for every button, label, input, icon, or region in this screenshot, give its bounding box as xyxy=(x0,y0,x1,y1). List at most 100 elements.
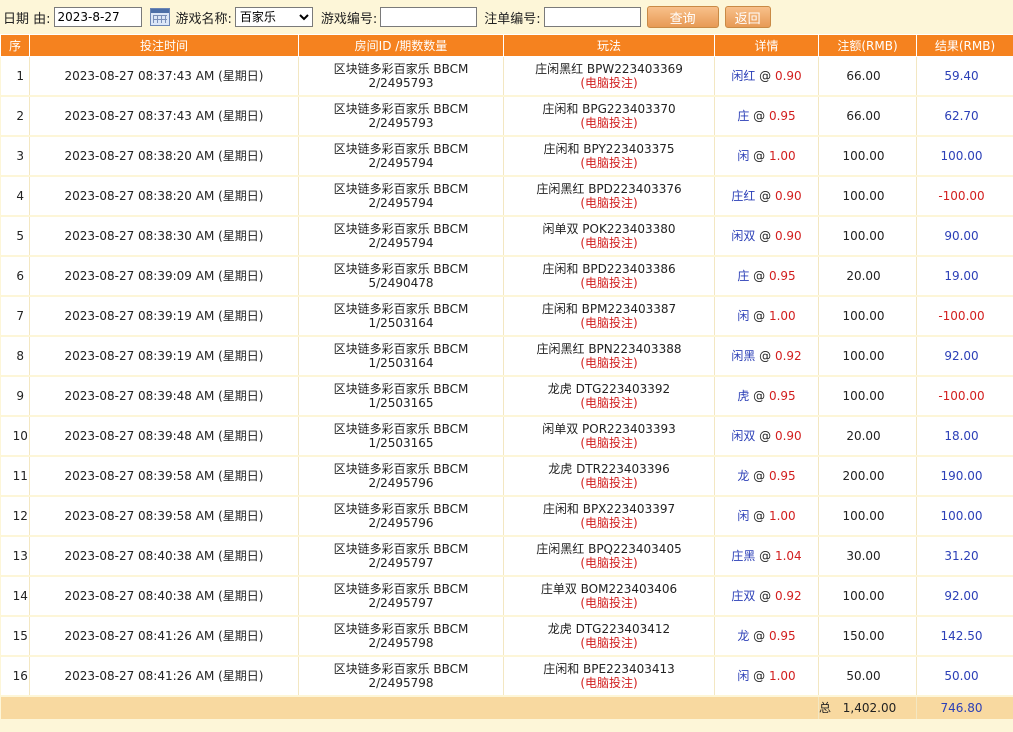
row-seq: 7 xyxy=(0,296,30,337)
row-room: 区块链多彩百家乐 BBCM 2/2495794 xyxy=(298,136,504,177)
game-name-label: 游戏名称: xyxy=(175,11,232,27)
row-bet: 200.00 xyxy=(818,456,917,497)
row-time: 2023-08-27 08:41:26 AM (星期日) xyxy=(29,616,299,657)
row-period: 2/2495796 xyxy=(368,516,434,530)
table-row: 9 2023-08-27 08:39:48 AM (星期日) 区块链多彩百家乐 BB… xyxy=(0,376,1013,417)
calendar-icon[interactable] xyxy=(149,8,170,26)
back-button[interactable]: 返回 xyxy=(724,6,771,28)
header-play: 玩法 xyxy=(503,34,715,57)
row-seq: 13 xyxy=(0,536,30,577)
row-electronic-tag: (电脑投注) xyxy=(580,156,638,170)
row-detail-odds: 0.95 xyxy=(768,389,796,403)
row-detail: 闲 @ 1.00 xyxy=(714,656,819,697)
table-row: 16 2023-08-27 08:41:26 AM (星期日) 区块链多彩百家乐 B… xyxy=(0,656,1013,697)
row-time: 2023-08-27 08:39:58 AM (星期日) xyxy=(29,496,299,537)
total-row: 总 1,402.00 746.80 xyxy=(0,696,1013,719)
row-period: 1/2503164 xyxy=(368,316,434,330)
row-period: 5/2490478 xyxy=(368,276,434,290)
row-bet: 20.00 xyxy=(818,256,917,297)
row-room: 区块链多彩百家乐 BBCM 1/2503165 xyxy=(298,376,504,417)
row-play-name: 庄闲和 BPD223403386 xyxy=(542,262,676,276)
row-play: 庄闲黑红 BPW223403369 (电脑投注) xyxy=(503,56,715,97)
row-detail-odds: 1.00 xyxy=(768,669,796,683)
header-result: 结果(RMB) xyxy=(916,34,1013,57)
row-play: 龙虎 DTG223403392 (电脑投注) xyxy=(503,376,715,417)
row-play-name: 庄闲和 BPG223403370 xyxy=(542,102,676,116)
row-seq: 15 xyxy=(0,616,30,657)
row-room-name: 区块链多彩百家乐 BBCM xyxy=(333,142,469,156)
row-period: 2/2495796 xyxy=(368,476,434,490)
row-bet: 20.00 xyxy=(818,416,917,457)
row-room-name: 区块链多彩百家乐 BBCM xyxy=(333,342,469,356)
row-time: 2023-08-27 08:37:43 AM (星期日) xyxy=(29,56,299,97)
row-seq: 11 xyxy=(0,456,30,497)
row-room: 区块链多彩百家乐 BBCM 2/2495797 xyxy=(298,576,504,617)
row-detail-name: 庄红 xyxy=(731,189,756,203)
row-seq: 5 xyxy=(0,216,30,257)
row-detail-name: 庄双 xyxy=(731,589,756,603)
row-detail: 庄 @ 0.95 xyxy=(714,96,819,137)
row-room: 区块链多彩百家乐 BBCM 2/2495794 xyxy=(298,216,504,257)
row-detail-name: 龙 xyxy=(737,469,750,483)
row-detail-odds: 1.00 xyxy=(768,509,796,523)
row-time: 2023-08-27 08:39:09 AM (星期日) xyxy=(29,256,299,297)
date-input[interactable] xyxy=(53,7,142,27)
row-play: 龙虎 DTG223403412 (电脑投注) xyxy=(503,616,715,657)
row-bet: 100.00 xyxy=(818,176,917,217)
row-play-name: 龙虎 DTR223403396 xyxy=(548,462,670,476)
row-room: 区块链多彩百家乐 BBCM 2/2495797 xyxy=(298,536,504,577)
row-play: 庄闲和 BPY223403375 (电脑投注) xyxy=(503,136,715,177)
row-play: 庄闲和 BPE223403413 (电脑投注) xyxy=(503,656,715,697)
table-row: 5 2023-08-27 08:38:30 AM (星期日) 区块链多彩百家乐 BB… xyxy=(0,216,1013,257)
row-play: 庄闲黑红 BPQ223403405 (电脑投注) xyxy=(503,536,715,577)
row-bet: 150.00 xyxy=(818,616,917,657)
row-period: 2/2495794 xyxy=(368,156,434,170)
row-detail-name: 闲 xyxy=(737,509,750,523)
row-detail-name: 庄 xyxy=(737,269,750,283)
row-room: 区块链多彩百家乐 BBCM 2/2495793 xyxy=(298,56,504,97)
row-detail-name: 闲双 xyxy=(731,229,756,243)
row-electronic-tag: (电脑投注) xyxy=(580,396,638,410)
row-seq: 4 xyxy=(0,176,30,217)
filter-bar: 日期 由: 游戏名称: 百家乐 游戏编号: 注单编号: 查询 返回 xyxy=(0,0,1013,34)
table-row: 10 2023-08-27 08:39:48 AM (星期日) 区块链多彩百家乐 B… xyxy=(0,416,1013,457)
row-detail-name: 闲 xyxy=(737,149,750,163)
row-detail-name: 闲红 xyxy=(731,69,756,83)
row-electronic-tag: (电脑投注) xyxy=(580,116,638,130)
total-result: 746.80 xyxy=(916,696,1013,719)
row-time: 2023-08-27 08:39:19 AM (星期日) xyxy=(29,296,299,337)
game-no-input[interactable] xyxy=(380,7,478,27)
row-detail-odds: 0.90 xyxy=(774,229,802,243)
row-detail: 庄 @ 0.95 xyxy=(714,256,819,297)
table-row: 13 2023-08-27 08:40:38 AM (星期日) 区块链多彩百家乐 B… xyxy=(0,536,1013,577)
total-label: 总 xyxy=(819,701,832,715)
row-detail: 虎 @ 0.95 xyxy=(714,376,819,417)
row-result: 100.00 xyxy=(916,496,1013,537)
search-button[interactable]: 查询 xyxy=(646,6,719,28)
row-period: 2/2495798 xyxy=(368,636,434,650)
row-period: 2/2495794 xyxy=(368,236,434,250)
row-seq: 9 xyxy=(0,376,30,417)
row-result: 90.00 xyxy=(916,216,1013,257)
row-period: 1/2503165 xyxy=(368,396,434,410)
row-detail-name: 闲 xyxy=(737,669,750,683)
row-play-name: 庄闲黑红 BPQ223403405 xyxy=(536,542,682,556)
row-time: 2023-08-27 08:38:30 AM (星期日) xyxy=(29,216,299,257)
date-label: 日期 由: xyxy=(3,11,51,27)
row-bet: 50.00 xyxy=(818,656,917,697)
row-play: 庄闲和 BPD223403386 (电脑投注) xyxy=(503,256,715,297)
row-seq: 2 xyxy=(0,96,30,137)
total-bet-value: 1,402.00 xyxy=(842,701,897,715)
row-result: 100.00 xyxy=(916,136,1013,177)
row-seq: 8 xyxy=(0,336,30,377)
total-bet: 总 1,402.00 xyxy=(818,696,917,719)
row-detail-name: 龙 xyxy=(737,629,750,643)
row-room: 区块链多彩百家乐 BBCM 5/2490478 xyxy=(298,256,504,297)
row-electronic-tag: (电脑投注) xyxy=(580,196,638,210)
game-name-select[interactable]: 百家乐 xyxy=(234,7,313,27)
bet-no-input[interactable] xyxy=(543,7,641,27)
row-detail-name: 闲黑 xyxy=(731,349,756,363)
row-play: 闲单双 POR223403393 (电脑投注) xyxy=(503,416,715,457)
row-room-name: 区块链多彩百家乐 BBCM xyxy=(333,462,469,476)
table-row: 4 2023-08-27 08:38:20 AM (星期日) 区块链多彩百家乐 BB… xyxy=(0,176,1013,217)
